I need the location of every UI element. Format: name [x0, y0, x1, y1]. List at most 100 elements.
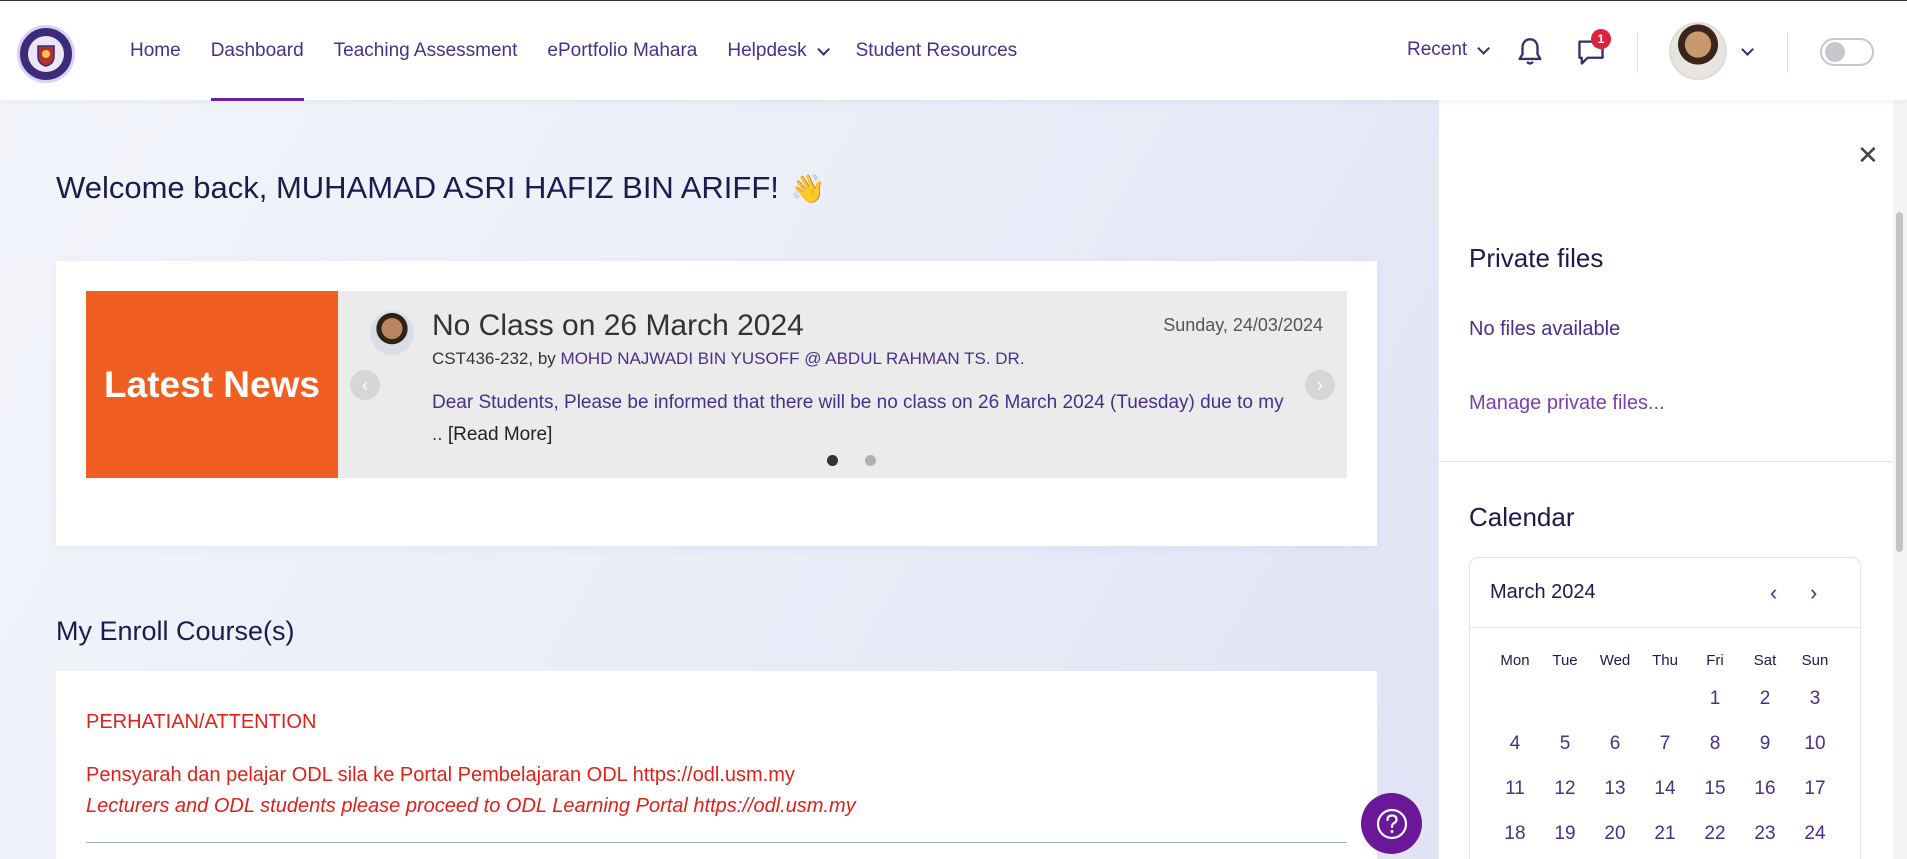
- nav-student-resources[interactable]: Student Resources: [856, 1, 1018, 101]
- news-slide: No Class on 26 March 2024 Sunday, 24/03/…: [338, 291, 1347, 478]
- nav-divider: [1637, 33, 1638, 73]
- nav-eportfolio-label: ePortfolio Mahara: [547, 40, 698, 61]
- calendar-day[interactable]: 8: [1690, 733, 1740, 778]
- main-content: Welcome back, MUHAMAD ASRI HAFIZ BIN ARI…: [0, 100, 1438, 859]
- news-excerpt: Dear Students, Please be informed that t…: [432, 392, 1284, 445]
- nav-dashboard[interactable]: Dashboard: [210, 1, 304, 101]
- question-icon: [1376, 808, 1407, 839]
- message-count-badge: 1: [1591, 29, 1611, 49]
- calendar-month: March 2024: [1490, 581, 1596, 603]
- chevron-down-icon: [1477, 41, 1491, 55]
- calendar-day[interactable]: 4: [1490, 733, 1540, 778]
- read-more-link[interactable]: [Read More]: [448, 424, 553, 445]
- nav-divider: [1787, 33, 1788, 73]
- private-files-heading: Private files: [1469, 243, 1604, 273]
- week-row: 1 2 3: [1490, 688, 1840, 733]
- next-month-icon[interactable]: ›: [1810, 580, 1817, 606]
- weekday-label: Tue: [1552, 652, 1578, 669]
- calendar-day[interactable]: 13: [1590, 778, 1640, 823]
- welcome-heading: Welcome back, MUHAMAD ASRI HAFIZ BIN ARI…: [56, 170, 826, 206]
- slide-indicator-1[interactable]: [827, 455, 838, 466]
- chevron-down-icon: [816, 42, 830, 56]
- news-date: Sunday, 24/03/2024: [1163, 315, 1323, 335]
- weekday-label: Mon: [1500, 652, 1530, 669]
- weekday-label: Sat: [1753, 652, 1777, 669]
- calendar-day[interactable]: 16: [1740, 778, 1790, 823]
- nav-student-resources-label: Student Resources: [855, 40, 1018, 61]
- news-title[interactable]: No Class on 26 March 2024: [432, 309, 804, 343]
- calendar-header: March 2024 ‹ ›: [1470, 558, 1860, 628]
- scrollbar-thumb[interactable]: [1896, 212, 1903, 552]
- waving-hand-icon: 👋: [790, 173, 826, 204]
- calendar-day[interactable]: 24: [1790, 823, 1840, 859]
- calendar-day: [1490, 688, 1540, 733]
- user-menu-chevron-icon[interactable]: [1741, 43, 1754, 56]
- news-body: Dear Students, Please be informed that t…: [432, 387, 1292, 451]
- next-slide-button[interactable]: ›: [1305, 370, 1335, 400]
- recent-label: Recent: [1407, 39, 1468, 60]
- nav-home[interactable]: Home: [130, 1, 181, 101]
- calendar-day[interactable]: 23: [1740, 823, 1790, 859]
- calendar-day[interactable]: 21: [1640, 823, 1690, 859]
- nav-dashboard-label: Dashboard: [210, 40, 304, 61]
- calendar-day: [1640, 688, 1690, 733]
- slide-indicator-2[interactable]: [865, 455, 876, 466]
- calendar-day[interactable]: 6: [1590, 733, 1640, 778]
- nav-helpdesk-label: Helpdesk: [727, 40, 807, 61]
- nav-home-label: Home: [130, 40, 181, 61]
- weekday-label: Wed: [1599, 652, 1631, 669]
- drawer-divider: [1439, 461, 1894, 462]
- calendar-day[interactable]: 1: [1690, 688, 1740, 733]
- calendar-day[interactable]: 10: [1790, 733, 1840, 778]
- calendar-day[interactable]: 18: [1490, 823, 1540, 859]
- welcome-text: Welcome back, MUHAMAD ASRI HAFIZ BIN ARI…: [56, 170, 779, 205]
- calendar-day[interactable]: 14: [1640, 778, 1690, 823]
- courses-card: PERHATIAN/ATTENTION Pensyarah dan pelaja…: [56, 671, 1377, 859]
- divider: [86, 842, 1347, 843]
- calendar-day[interactable]: 11: [1490, 778, 1540, 823]
- calendar-day[interactable]: 5: [1540, 733, 1590, 778]
- calendar-day[interactable]: 3: [1790, 688, 1840, 733]
- close-drawer-icon[interactable]: ✕: [1857, 140, 1879, 171]
- calendar-day[interactable]: 17: [1790, 778, 1840, 823]
- calendar-day: [1590, 688, 1640, 733]
- calendar-day: [1540, 688, 1590, 733]
- nav-teaching-assessment-label: Teaching Assessment: [333, 40, 518, 61]
- drawer-scrollbar[interactable]: [1893, 100, 1907, 859]
- manage-private-files-link[interactable]: Manage private files...: [1469, 392, 1665, 415]
- weekday-label: Sun: [1801, 652, 1829, 669]
- crest-icon: [28, 36, 64, 72]
- latest-news-label: Latest News: [86, 291, 338, 478]
- calendar-day[interactable]: 15: [1690, 778, 1740, 823]
- calendar-heading: Calendar: [1469, 502, 1575, 532]
- nav-eportfolio[interactable]: ePortfolio Mahara: [547, 1, 697, 101]
- weekday-row: Mon Tue Wed Thu Fri Sat Sun: [1490, 650, 1840, 688]
- week-row: 11 12 13 14 15 16 17: [1490, 778, 1840, 823]
- calendar-widget: March 2024 ‹ › Mon Tue Wed Thu Fri Sat S…: [1469, 557, 1861, 859]
- attention-malay: Pensyarah dan pelajar ODL sila ke Portal…: [86, 764, 795, 786]
- bell-icon[interactable]: [1516, 37, 1544, 67]
- news-meta: CST436-232, by MOHD NAJWADI BIN YUSOFF @…: [432, 349, 1025, 369]
- news-course: CST436-232, by: [432, 349, 556, 368]
- prev-slide-button[interactable]: ‹: [350, 370, 380, 400]
- edit-mode-toggle[interactable]: [1820, 38, 1874, 66]
- news-author-link[interactable]: MOHD NAJWADI BIN YUSOFF @ ABDUL RAHMAN T…: [561, 349, 1025, 368]
- prev-month-icon[interactable]: ‹: [1770, 580, 1777, 606]
- weekday-label: Thu: [1652, 652, 1678, 669]
- calendar-day[interactable]: 7: [1640, 733, 1690, 778]
- week-row: 4 5 6 7 8 9 10: [1490, 733, 1840, 778]
- user-avatar[interactable]: [1669, 22, 1727, 80]
- calendar-day[interactable]: 9: [1740, 733, 1790, 778]
- nav-helpdesk[interactable]: Helpdesk: [727, 1, 830, 101]
- help-button[interactable]: [1361, 793, 1422, 854]
- calendar-grid: Mon Tue Wed Thu Fri Sat Sun 1 2 3 4 5 6: [1490, 650, 1840, 859]
- nav-teaching-assessment[interactable]: Teaching Assessment: [334, 1, 518, 101]
- recent-dropdown[interactable]: Recent: [1407, 39, 1491, 61]
- calendar-day[interactable]: 2: [1740, 688, 1790, 733]
- calendar-day[interactable]: 20: [1590, 823, 1640, 859]
- calendar-day[interactable]: 19: [1540, 823, 1590, 859]
- calendar-day[interactable]: 12: [1540, 778, 1590, 823]
- calendar-day[interactable]: 22: [1690, 823, 1740, 859]
- university-logo[interactable]: [17, 25, 75, 83]
- attention-heading: PERHATIAN/ATTENTION: [86, 711, 317, 733]
